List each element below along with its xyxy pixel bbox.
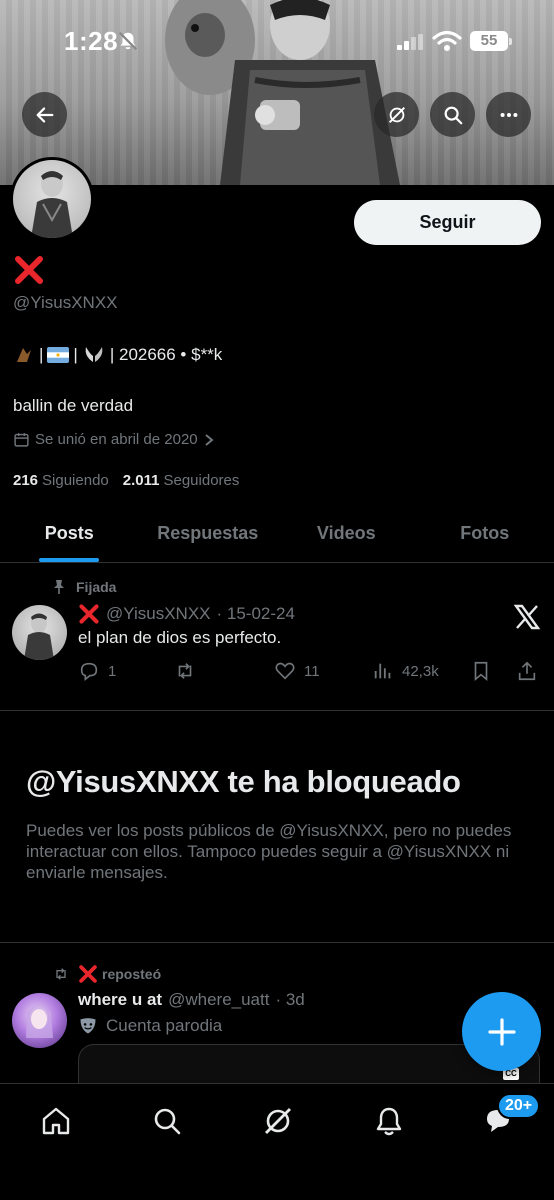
repost-time: · 3d	[275, 990, 305, 1009]
grok-button[interactable]	[374, 92, 419, 137]
bookmark-action[interactable]	[470, 660, 492, 682]
repost-header: where u at @where_uatt · 3d	[78, 990, 305, 1010]
blocked-description: Puedes ver los posts públicos de @YisusX…	[26, 821, 512, 882]
bookmark-icon	[474, 661, 488, 682]
more-options-button[interactable]	[486, 92, 531, 137]
nav-notifications[interactable]	[369, 1101, 409, 1141]
repost-author-name[interactable]: where u at	[78, 990, 162, 1010]
avatar-photo	[31, 171, 73, 238]
heart-icon	[275, 662, 295, 680]
arrow-left-icon	[36, 106, 53, 123]
joined-date[interactable]: Se unió en abril de 2020	[13, 431, 215, 448]
profile-name-x-emoji	[15, 256, 43, 284]
battery-indicator: 55	[470, 31, 512, 51]
like-action[interactable]: 11	[274, 660, 320, 682]
pinned-label: Fijada	[52, 579, 116, 595]
repost-author-handle[interactable]: @where_uatt	[168, 990, 269, 1010]
follow-button[interactable]: Seguir	[354, 200, 541, 245]
post-actions: 1 11 42,3k	[78, 660, 540, 686]
following-stat[interactable]: 216 Siguiendo	[13, 472, 109, 489]
signal-icon	[397, 34, 423, 50]
pin-icon	[54, 580, 64, 594]
status-time: 1:28	[64, 26, 119, 56]
search-icon	[154, 1108, 181, 1135]
search-icon	[444, 106, 462, 124]
post-date: · 15-02-24	[216, 604, 295, 623]
joined-text: Se unió en abril de 2020	[35, 431, 198, 448]
reply-icon	[80, 662, 98, 681]
post-author-handle[interactable]: @YisusXNXX	[106, 604, 211, 624]
reply-action[interactable]: 1	[78, 660, 116, 682]
nav-search[interactable]	[147, 1101, 187, 1141]
chevron-right-icon	[205, 433, 214, 446]
bio-emoji-icon	[17, 348, 31, 362]
bio-line-2: ballin de verdad	[13, 396, 134, 415]
plus-icon	[487, 1017, 516, 1046]
back-button[interactable]	[22, 92, 67, 137]
argentina-flag-icon	[47, 347, 70, 363]
tab-replies[interactable]: Respuestas	[139, 505, 278, 562]
messages-badge: 20+	[497, 1093, 541, 1119]
follow-stats: 216 Siguiendo 2.011 Seguidores	[13, 472, 239, 489]
followers-stat[interactable]: 2.011 Seguidores	[123, 472, 240, 489]
reposter-x-emoji	[79, 965, 97, 983]
theater-mask-icon	[80, 1018, 96, 1034]
bottom-navigation	[0, 1083, 554, 1200]
grok-icon	[265, 1108, 291, 1134]
share-action[interactable]	[516, 660, 538, 682]
tab-posts[interactable]: Posts	[0, 505, 139, 562]
author-name-x-emoji	[79, 604, 99, 624]
views-chart-icon	[374, 663, 391, 679]
repost-action[interactable]	[174, 660, 204, 682]
divider	[0, 710, 554, 711]
repost-icon	[56, 968, 66, 980]
calendar-icon	[14, 433, 29, 447]
post-author-avatar[interactable]	[12, 605, 67, 660]
share-icon	[518, 661, 536, 681]
parody-label: Cuenta parodia	[78, 1016, 222, 1036]
wifi-icon	[432, 30, 462, 51]
tab-photos[interactable]: Fotos	[416, 505, 554, 562]
bio-line-1-text: | 202666 • $**k	[109, 345, 223, 364]
bio-line-1: | | | 202666 • $**k	[13, 344, 222, 366]
repost-icon	[178, 663, 192, 679]
nav-home[interactable]	[36, 1101, 76, 1141]
profile-tabs: Posts Respuestas Videos Fotos	[0, 505, 554, 563]
compose-post-button[interactable]	[462, 992, 541, 1071]
bell-slash-icon	[118, 31, 138, 51]
tab-videos[interactable]: Videos	[277, 505, 416, 562]
more-horizontal-icon	[500, 112, 517, 117]
home-icon	[42, 1107, 70, 1135]
profile-avatar[interactable]	[10, 157, 94, 241]
post-header: @YisusXNXX · 15-02-24	[78, 603, 295, 625]
post-text[interactable]: el plan de dios es perfecto.	[78, 628, 281, 648]
views-action[interactable]: 42,3k	[372, 660, 439, 682]
repost-label: reposteó	[52, 964, 161, 984]
nav-grok[interactable]	[258, 1101, 298, 1141]
grok-icon	[388, 106, 405, 123]
blocked-title: @YisusXNXX te ha bloqueado	[26, 764, 461, 799]
search-button[interactable]	[430, 92, 475, 137]
wings-emoji-icon	[85, 347, 103, 362]
bell-icon	[376, 1107, 402, 1136]
status-bar: 1:28 55	[0, 0, 554, 80]
profile-handle: @YisusXNXX	[13, 293, 118, 312]
x-logo-icon	[513, 604, 541, 630]
repost-author-avatar[interactable]	[12, 993, 67, 1048]
divider	[0, 942, 554, 943]
